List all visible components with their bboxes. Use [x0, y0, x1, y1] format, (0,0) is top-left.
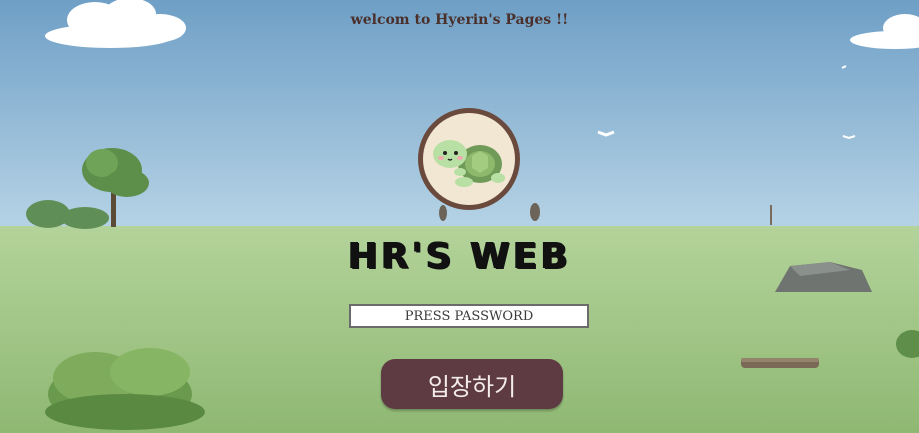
welcome-text: welcom to Hyerin's Pages !! — [350, 12, 569, 28]
page-title: HR'S WEB — [347, 236, 572, 277]
enter-button[interactable]: 입장하기 — [381, 359, 563, 409]
foreground-bush — [45, 348, 205, 430]
turtle-icon — [418, 108, 520, 210]
password-input[interactable] — [349, 304, 589, 328]
log — [741, 358, 819, 368]
